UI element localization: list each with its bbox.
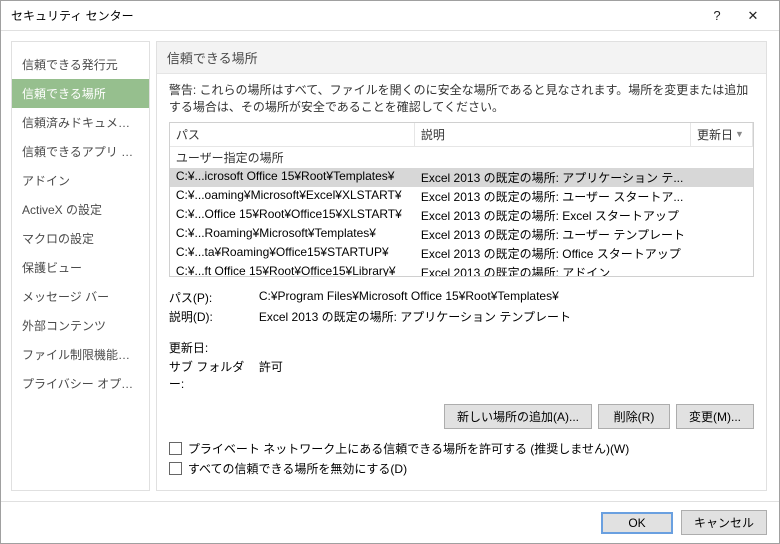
details-panel: パス(P): C:¥Program Files¥Microsoft Office… <box>169 287 754 394</box>
allow-network-label: プライベート ネットワーク上にある信頼できる場所を許可する (推奨しません)(W… <box>188 440 629 457</box>
sidebar-item-trusted-documents[interactable]: 信頼済みドキュメント <box>12 108 149 137</box>
window-title: セキュリティ センター <box>11 7 699 24</box>
table-row[interactable]: C:¥...ft Office 15¥Root¥Office15¥Library… <box>170 263 753 276</box>
sidebar-item-trusted-publishers[interactable]: 信頼できる発行元 <box>12 50 149 79</box>
dialog-footer: OK キャンセル <box>1 501 779 543</box>
sidebar-item-trusted-app-catalogs[interactable]: 信頼できるアプリ カタログ <box>12 137 149 166</box>
column-description[interactable]: 説明 <box>415 123 691 147</box>
warning-text: 警告: これらの場所はすべて、ファイルを開くのに安全な場所であると見なされます。… <box>169 82 754 116</box>
group-user-locations: ユーザー指定の場所 <box>170 147 753 168</box>
table-row[interactable]: C:¥...Roaming¥Microsoft¥Templates¥ Excel… <box>170 225 753 244</box>
sidebar-item-external-content[interactable]: 外部コンテンツ <box>12 311 149 340</box>
detail-date-label: 更新日: <box>169 339 259 356</box>
detail-desc-label: 説明(D): <box>169 308 259 325</box>
column-path[interactable]: パス <box>170 123 415 147</box>
detail-path-label: パス(P): <box>169 289 259 306</box>
category-sidebar: 信頼できる発行元 信頼できる場所 信頼済みドキュメント 信頼できるアプリ カタロ… <box>11 41 150 491</box>
content-panel: 信頼できる場所 警告: これらの場所はすべて、ファイルを開くのに安全な場所である… <box>156 41 767 491</box>
table-row[interactable]: C:¥...ta¥Roaming¥Office15¥STARTUP¥ Excel… <box>170 244 753 263</box>
detail-desc-value: Excel 2013 の既定の場所: アプリケーション テンプレート <box>259 308 754 325</box>
disable-all-checkbox[interactable] <box>169 462 182 475</box>
sidebar-item-message-bar[interactable]: メッセージ バー <box>12 282 149 311</box>
disable-all-label: すべての信頼できる場所を無効にする(D) <box>188 460 407 477</box>
table-row[interactable]: C:¥...icrosoft Office 15¥Root¥Templates¥… <box>170 168 753 187</box>
column-updated[interactable]: 更新日 ▼ <box>691 123 753 147</box>
sidebar-item-macro[interactable]: マクロの設定 <box>12 224 149 253</box>
sidebar-item-addins[interactable]: アドイン <box>12 166 149 195</box>
ok-button[interactable]: OK <box>601 512 673 534</box>
sidebar-item-trusted-locations[interactable]: 信頼できる場所 <box>12 79 149 108</box>
detail-date-value <box>259 339 754 356</box>
cancel-button[interactable]: キャンセル <box>681 510 767 535</box>
allow-network-checkbox[interactable] <box>169 442 182 455</box>
sidebar-item-file-block[interactable]: ファイル制限機能の設定 <box>12 340 149 369</box>
detail-path-value: C:¥Program Files¥Microsoft Office 15¥Roo… <box>259 289 754 306</box>
sidebar-item-protected-view[interactable]: 保護ビュー <box>12 253 149 282</box>
close-button[interactable]: ✕ <box>735 2 771 30</box>
table-row[interactable]: C:¥...oaming¥Microsoft¥Excel¥XLSTART¥ Ex… <box>170 187 753 206</box>
locations-table: パス 説明 更新日 ▼ ユーザー指定の場所 C:¥...icrosoft Off… <box>169 122 754 277</box>
section-heading: 信頼できる場所 <box>157 42 766 74</box>
sidebar-item-activex[interactable]: ActiveX の設定 <box>12 195 149 224</box>
help-button[interactable]: ? <box>699 2 735 30</box>
titlebar: セキュリティ センター ? ✕ <box>1 1 779 31</box>
detail-subfolder-value: 許可 <box>259 358 754 392</box>
table-row[interactable]: C:¥...Office 15¥Root¥Office15¥XLSTART¥ E… <box>170 206 753 225</box>
security-center-dialog: セキュリティ センター ? ✕ 信頼できる発行元 信頼できる場所 信頼済みドキュ… <box>0 0 780 544</box>
add-location-button[interactable]: 新しい場所の追加(A)... <box>444 404 592 429</box>
modify-button[interactable]: 変更(M)... <box>676 404 754 429</box>
sort-desc-icon: ▼ <box>735 129 744 139</box>
remove-button[interactable]: 削除(R) <box>598 404 670 429</box>
detail-subfolder-label: サブ フォルダー: <box>169 358 259 392</box>
sidebar-item-privacy[interactable]: プライバシー オプション <box>12 369 149 398</box>
